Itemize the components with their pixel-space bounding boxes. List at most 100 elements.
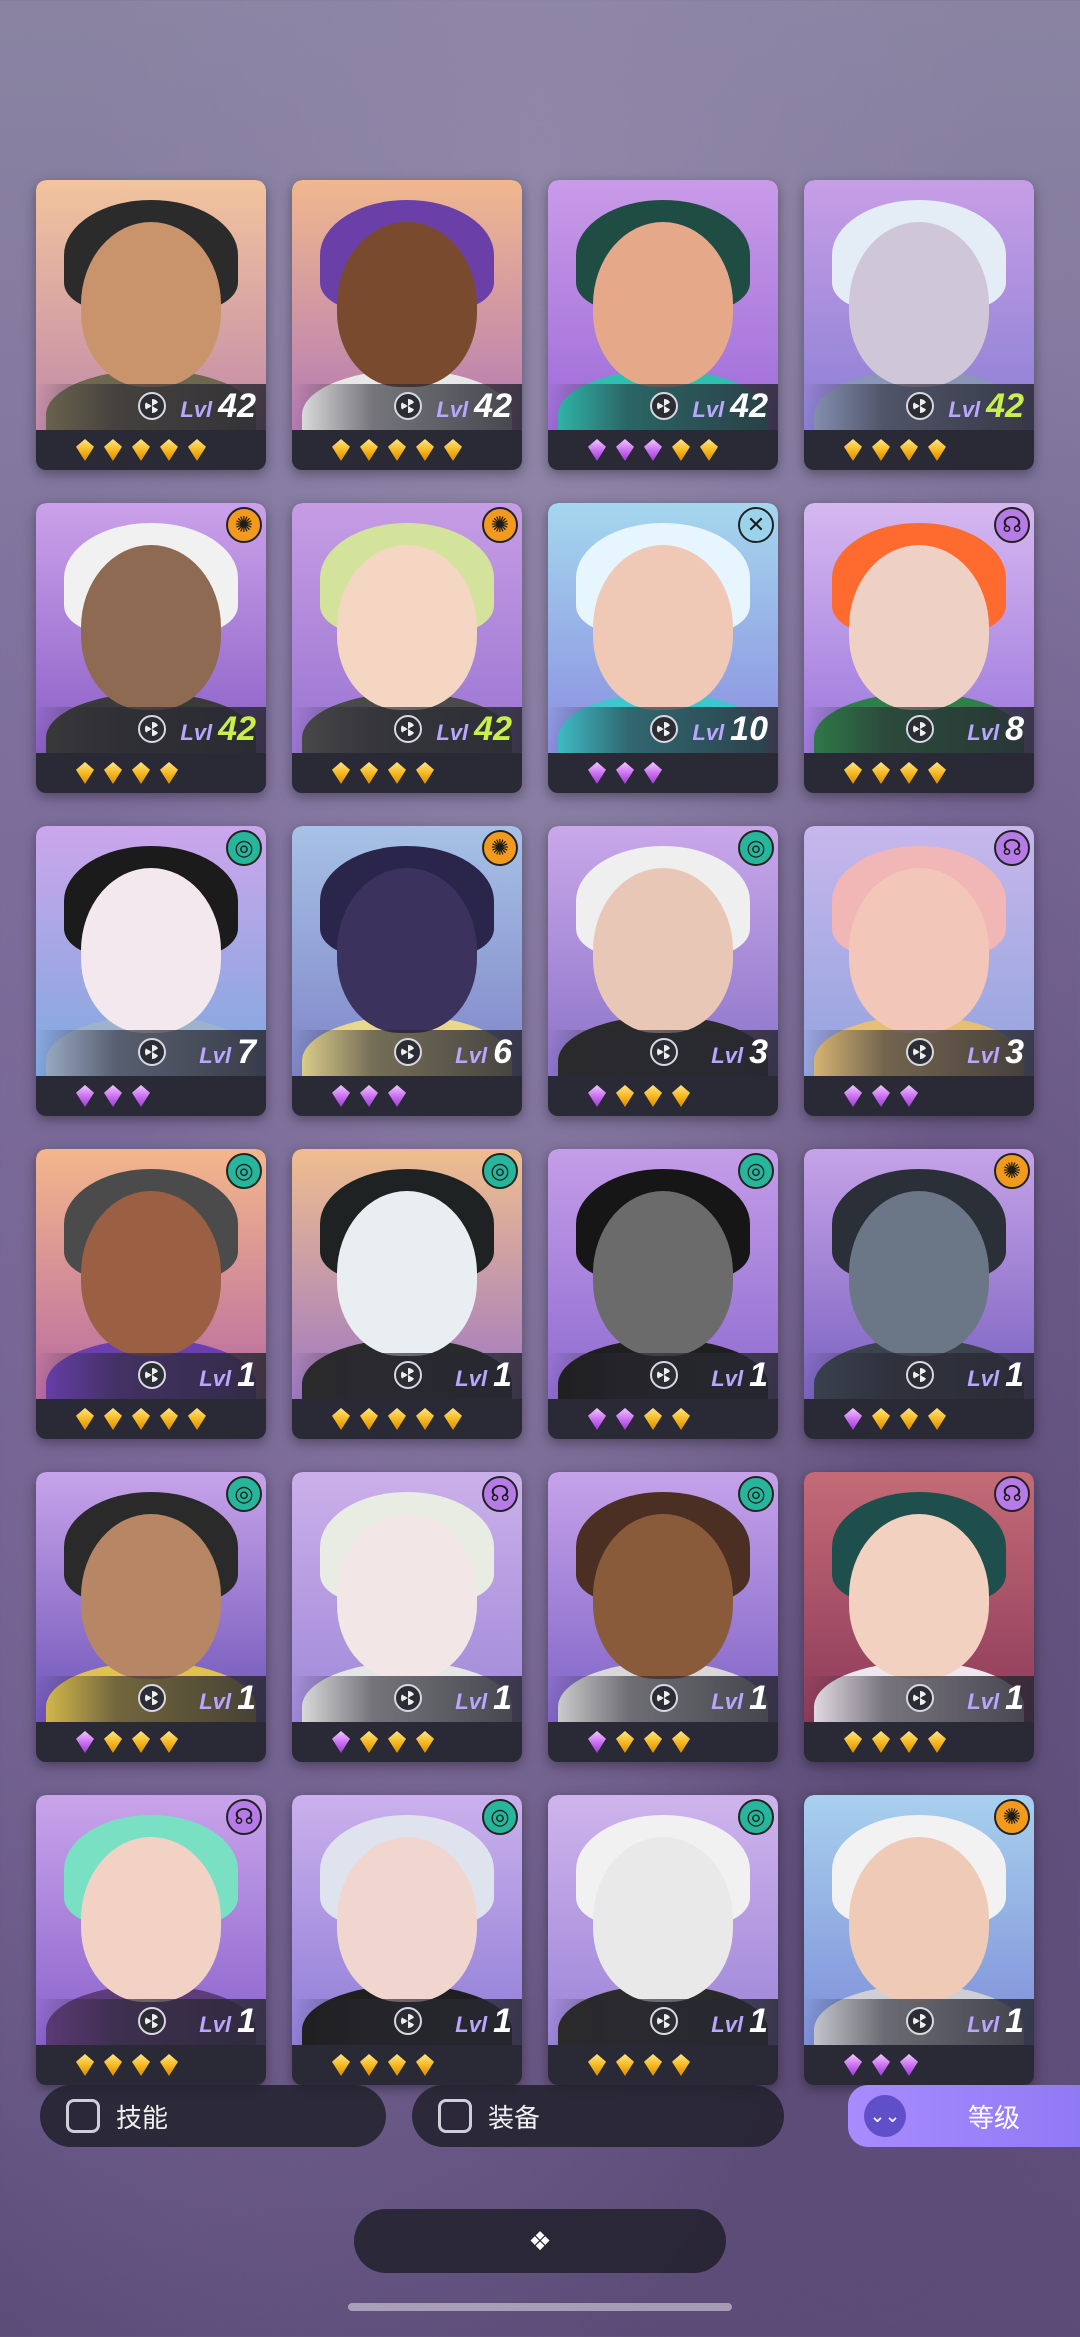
- star-rating: [36, 2045, 266, 2085]
- star-rating: [292, 430, 522, 470]
- gold-gem-icon: [844, 1731, 862, 1753]
- star-rating: [292, 1722, 522, 1762]
- gold-gem-icon: [132, 439, 150, 461]
- chaos-icon: ☊: [994, 1476, 1030, 1512]
- purple-gem-icon: [76, 1085, 94, 1107]
- hero-face: [81, 1191, 221, 1356]
- hero-card[interactable]: Lvl 6 ✺: [292, 826, 522, 1116]
- hero-face: [337, 868, 477, 1033]
- hero-card[interactable]: Lvl 3 ◎: [548, 826, 778, 1116]
- hero-card[interactable]: Lvl 1 ◎: [548, 1472, 778, 1762]
- hero-card[interactable]: Lvl 42 ✺: [292, 503, 522, 793]
- gold-gem-icon: [644, 1085, 662, 1107]
- hero-card[interactable]: Lvl 1 ◎: [292, 1149, 522, 1439]
- hero-card[interactable]: Lvl 1 ✺: [804, 1795, 1034, 2085]
- hero-level: Lvl 1: [455, 2002, 512, 2042]
- level-value: 3: [1005, 1033, 1024, 1071]
- level-value: 1: [237, 2002, 256, 2040]
- purple-gem-icon: [644, 439, 662, 461]
- level-label: Lvl: [455, 1366, 488, 1391]
- chaos-icon: ☊: [994, 507, 1030, 543]
- level-label: Lvl: [711, 2012, 744, 2037]
- sun-icon: ✺: [482, 507, 518, 543]
- hero-card[interactable]: Lvl 42: [292, 180, 522, 470]
- hero-card[interactable]: Lvl 42 ✺: [36, 503, 266, 793]
- hero-face: [81, 868, 221, 1033]
- star-rating: [292, 1076, 522, 1116]
- gold-gem-icon: [360, 1408, 378, 1430]
- hero-card[interactable]: Lvl 1 ☊: [804, 1472, 1034, 1762]
- hero-card[interactable]: Lvl 1 ◎: [36, 1472, 266, 1762]
- gold-gem-icon: [672, 2054, 690, 2076]
- level-label: Lvl: [967, 1366, 1000, 1391]
- skill-filter-toggle[interactable]: 技能: [40, 2085, 386, 2147]
- hero-card[interactable]: Lvl 1 ☊: [36, 1795, 266, 2085]
- gold-gem-icon: [844, 439, 862, 461]
- hero-card[interactable]: Lvl 1 ✺: [804, 1149, 1034, 1439]
- hero-face: [337, 1514, 477, 1679]
- hero-portrait: Lvl 1 ◎: [36, 1472, 266, 1722]
- gold-gem-icon: [672, 1408, 690, 1430]
- hero-face: [849, 1837, 989, 2002]
- swirl-icon: ◎: [738, 1476, 774, 1512]
- hero-card[interactable]: Lvl 7 ◎: [36, 826, 266, 1116]
- bottom-menu-button[interactable]: ❖: [354, 2209, 726, 2273]
- level-value: 1: [1005, 1356, 1024, 1394]
- hero-portrait: Lvl 1 ◎: [292, 1149, 522, 1399]
- level-label: Lvl: [199, 1043, 232, 1068]
- hero-card[interactable]: Lvl 1 ◎: [36, 1149, 266, 1439]
- hero-level: Lvl 42: [180, 387, 256, 427]
- hero-card[interactable]: Lvl 1 ☊: [292, 1472, 522, 1762]
- hero-card[interactable]: Lvl 3 ☊: [804, 826, 1034, 1116]
- level-label: Lvl: [711, 1689, 744, 1714]
- hero-face: [593, 1514, 733, 1679]
- purple-gem-icon: [588, 1731, 606, 1753]
- level-value: 1: [749, 1356, 768, 1394]
- swirl-icon: ◎: [226, 830, 262, 866]
- level-label: Lvl: [711, 1366, 744, 1391]
- gold-gem-icon: [444, 1408, 462, 1430]
- purple-gem-icon: [644, 762, 662, 784]
- gold-gem-icon: [872, 1408, 890, 1430]
- level-value: 42: [218, 710, 256, 748]
- gold-gem-icon: [160, 2054, 178, 2076]
- checkbox-icon[interactable]: [66, 2099, 100, 2133]
- level-value: 1: [749, 1679, 768, 1717]
- level-value: 10: [730, 710, 768, 748]
- level-value: 1: [493, 2002, 512, 2040]
- class-icon: [650, 1684, 678, 1712]
- hero-card[interactable]: Lvl 42: [548, 180, 778, 470]
- star-rating: [804, 1722, 1034, 1762]
- purple-gem-icon: [616, 762, 634, 784]
- hero-card[interactable]: Lvl 42: [804, 180, 1034, 470]
- star-rating: [36, 1722, 266, 1762]
- hero-face: [593, 868, 733, 1033]
- hero-card[interactable]: Lvl 8 ☊: [804, 503, 1034, 793]
- hero-portrait: Lvl 42: [548, 180, 778, 430]
- gold-gem-icon: [644, 1731, 662, 1753]
- hero-level: Lvl 1: [711, 1679, 768, 1719]
- gold-gem-icon: [928, 1731, 946, 1753]
- hero-card[interactable]: Lvl 1 ◎: [548, 1795, 778, 2085]
- sort-by-level-button[interactable]: ⌄⌄ 等级: [848, 2085, 1080, 2147]
- hero-level: Lvl 1: [711, 2002, 768, 2042]
- hero-face: [81, 1837, 221, 2002]
- level-value: 1: [237, 1356, 256, 1394]
- checkbox-icon[interactable]: [438, 2099, 472, 2133]
- hero-card[interactable]: Lvl 10 ✕: [548, 503, 778, 793]
- hero-portrait: Lvl 42: [292, 180, 522, 430]
- gold-gem-icon: [160, 1731, 178, 1753]
- purple-gem-icon: [332, 1085, 350, 1107]
- hero-card[interactable]: Lvl 1 ◎: [548, 1149, 778, 1439]
- swirl-icon: ◎: [738, 1153, 774, 1189]
- gold-gem-icon: [360, 762, 378, 784]
- hero-level: Lvl 1: [967, 1679, 1024, 1719]
- swirl-icon: ◎: [738, 1799, 774, 1835]
- home-indicator[interactable]: [348, 2303, 732, 2311]
- gold-gem-icon: [160, 1408, 178, 1430]
- hero-card[interactable]: Lvl 1 ◎: [292, 1795, 522, 2085]
- equipment-filter-toggle[interactable]: 装备: [412, 2085, 784, 2147]
- level-label: Lvl: [199, 1689, 232, 1714]
- level-label: Lvl: [948, 397, 981, 422]
- hero-card[interactable]: Lvl 42: [36, 180, 266, 470]
